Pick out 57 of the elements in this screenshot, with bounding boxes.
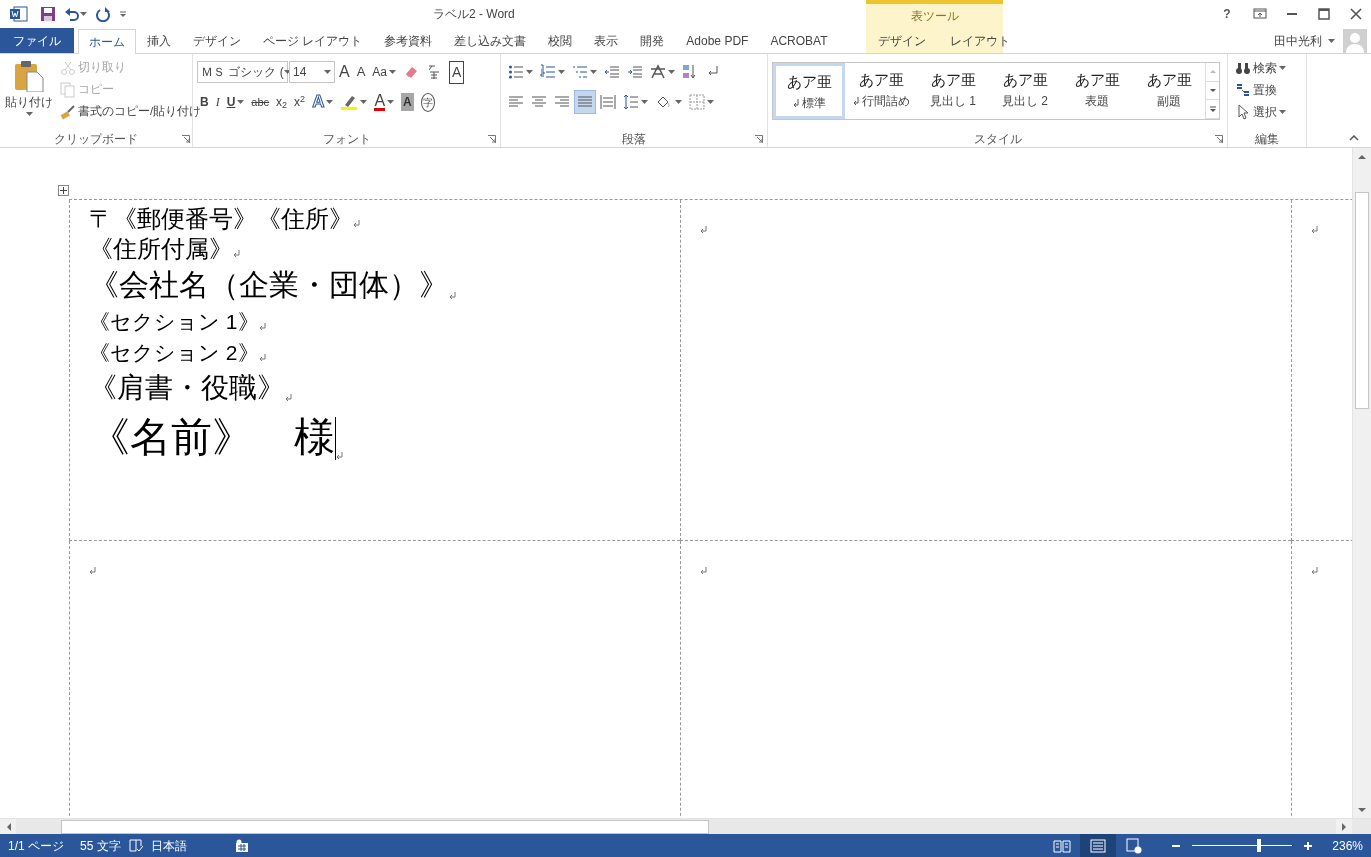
word-count[interactable]: 55 文字 bbox=[72, 836, 129, 855]
window-title: ラベル2 - Word bbox=[433, 6, 515, 23]
contextual-tab-group-label: 表ツール bbox=[909, 8, 960, 25]
font-name-field[interactable]: ＭＳ ゴシック ( bbox=[197, 61, 288, 83]
grow-font-button[interactable]: A bbox=[336, 60, 353, 84]
underline-button[interactable]: U bbox=[223, 90, 248, 114]
replace-button[interactable]: 置換 bbox=[1232, 79, 1302, 101]
ribbon-tab[interactable]: ページ レイアウト bbox=[252, 28, 374, 53]
italic-button[interactable]: I bbox=[212, 90, 223, 114]
change-case-button[interactable]: Aa bbox=[369, 60, 400, 84]
style-item[interactable]: あア亜 副題 bbox=[1133, 63, 1205, 119]
address-line: 〒《郵便番号》《住所》 bbox=[89, 204, 353, 234]
style-item[interactable]: あア亜 標準 bbox=[773, 63, 845, 119]
ribbon-tab[interactable]: ACROBAT bbox=[759, 28, 839, 53]
ribbon-tab[interactable]: デザイン bbox=[866, 28, 938, 53]
style-item[interactable]: あア亜 見出し 1 bbox=[917, 63, 989, 119]
section-line: 《セクション 2》 bbox=[89, 340, 259, 366]
page-count[interactable]: 1/1 ページ bbox=[0, 836, 72, 855]
ribbon-tab[interactable]: 差し込み文書 bbox=[443, 28, 538, 53]
ribbon-tab[interactable]: 参考資料 bbox=[373, 28, 444, 53]
ribbon-tab[interactable]: Adobe PDF bbox=[675, 28, 760, 53]
find-button[interactable]: 検索 bbox=[1232, 57, 1302, 79]
font-color-button[interactable]: A bbox=[371, 90, 398, 114]
group-label: クリップボード bbox=[54, 131, 138, 148]
zoom-level[interactable]: 236% bbox=[1318, 836, 1371, 855]
ribbon-tab[interactable]: 校閲 bbox=[537, 28, 584, 53]
group-label: 段落 bbox=[622, 131, 646, 148]
address-line: 《住所付属》 bbox=[89, 234, 233, 264]
section-line: 《セクション 1》 bbox=[89, 309, 259, 335]
ribbon-tab[interactable]: 挿入 bbox=[136, 28, 182, 53]
group-label: スタイル bbox=[973, 131, 1022, 148]
language-indicator[interactable]: 日本語 bbox=[142, 836, 195, 855]
style-item[interactable]: あア亜 見出し 2 bbox=[989, 63, 1061, 119]
user-account-button[interactable]: 田中光利 bbox=[1270, 31, 1339, 50]
superscript-button[interactable]: x$^{2}$ bbox=[291, 90, 309, 114]
paste-button[interactable]: 貼り付け bbox=[2, 57, 56, 127]
ribbon-tab[interactable]: ファイル bbox=[0, 28, 74, 53]
group-label: フォント bbox=[322, 131, 371, 148]
strikethrough-button[interactable]: abc bbox=[248, 90, 273, 114]
job-title-line: 《肩書・役職》 bbox=[89, 371, 285, 405]
name-line: 《名前》 様 bbox=[89, 413, 335, 462]
ribbon-tab[interactable]: レイアウト bbox=[938, 28, 1022, 53]
ribbon-tab[interactable]: デザイン bbox=[182, 28, 252, 53]
group-label: 編集 bbox=[1255, 131, 1279, 148]
company-line: 《会社名（企業・団体）》 bbox=[89, 267, 449, 303]
style-item[interactable]: あア亜 行間詰め bbox=[845, 63, 917, 119]
font-size-field[interactable]: 14 bbox=[289, 61, 335, 83]
character-shading-button[interactable]: A bbox=[398, 90, 417, 114]
text-effects-button[interactable]: A bbox=[309, 90, 337, 114]
help-button[interactable]: ? bbox=[1211, 5, 1243, 23]
shrink-font-button[interactable]: A bbox=[353, 60, 369, 84]
ribbon-tab[interactable]: ホーム bbox=[78, 29, 136, 54]
subscript-button[interactable]: x$_{2}$ bbox=[273, 90, 291, 114]
select-button[interactable]: 選択 bbox=[1232, 101, 1302, 123]
ribbon-tab[interactable]: 表示 bbox=[583, 28, 630, 53]
ribbon-tab[interactable]: 開発 bbox=[629, 28, 676, 53]
style-item[interactable]: あア亜 表題 bbox=[1061, 63, 1133, 119]
